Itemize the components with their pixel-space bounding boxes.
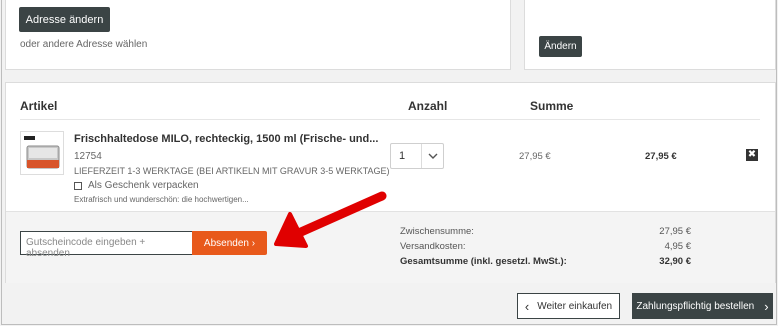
billing-address-box: Adresse ändern oder andere Adresse wähle…	[5, 0, 511, 70]
cart-footer: Gutscheincode eingeben + absenden Absend…	[6, 211, 775, 283]
continue-shopping-label: Weiter einkaufen	[537, 300, 613, 312]
gift-wrap-label[interactable]: Als Geschenk verpacken	[88, 180, 199, 191]
unit-price: 27,95 €	[519, 151, 551, 162]
continue-shopping-button[interactable]: ‹ Weiter einkaufen	[517, 293, 620, 319]
chevron-down-icon	[428, 153, 438, 159]
header-sum: Summe	[530, 99, 574, 113]
product-thumbnail[interactable]	[20, 131, 64, 175]
chevron-right-icon: ›	[764, 298, 769, 314]
header-divider	[20, 119, 760, 120]
other-address-link[interactable]: oder andere Adresse wählen	[20, 39, 147, 50]
subtotal-label: Zwischensumme:	[400, 226, 474, 237]
subtotal-value: 27,95 €	[659, 226, 691, 237]
product-title[interactable]: Frischhaltedose MILO, rechteckig, 1500 m…	[74, 133, 378, 145]
product-sku: 12754	[74, 151, 102, 162]
shipping-value: 4,95 €	[664, 241, 691, 252]
checkout-page: Adresse ändern oder andere Adresse wähle…	[1, 0, 777, 325]
product-description: Extrafrisch und wunderschön: die hochwer…	[74, 195, 249, 204]
cart-table: Artikel Anzahl Summe Frischhaltedose MIL…	[5, 82, 776, 283]
shipping-label: Versandkosten:	[400, 241, 466, 252]
change-button[interactable]: Ändern	[539, 36, 582, 57]
coupon-submit-button[interactable]: Absenden ›	[192, 231, 267, 255]
grand-total-label: Gesamtsumme (inkl. gesetzl. MwSt.):	[400, 256, 567, 267]
grand-total-value: 32,90 €	[659, 256, 691, 267]
checkout-button[interactable]: Zahlungspflichtig bestellen ›	[632, 293, 773, 319]
chevron-left-icon: ‹	[524, 298, 530, 314]
red-arrow-icon	[274, 191, 387, 248]
quantity-select[interactable]: 1	[390, 143, 444, 169]
gift-wrap-checkbox[interactable]	[74, 182, 82, 190]
line-total: 27,95 €	[645, 151, 677, 162]
quantity-value: 1	[399, 150, 406, 162]
shipping-box: Ändern	[524, 0, 776, 70]
product-image-icon	[24, 136, 60, 169]
delivery-time: LIEFERZEIT 1-3 WERKTAGE (BEI ARTIKELN MI…	[74, 166, 390, 176]
close-icon[interactable]: ✖	[746, 149, 758, 161]
quantity-divider	[421, 144, 422, 168]
header-article: Artikel	[20, 99, 58, 113]
change-address-button[interactable]: Adresse ändern	[19, 7, 110, 32]
coupon-input[interactable]: Gutscheincode eingeben + absenden	[20, 231, 192, 259]
header-quantity: Anzahl	[408, 99, 448, 113]
checkout-label: Zahlungspflichtig bestellen	[636, 300, 755, 312]
